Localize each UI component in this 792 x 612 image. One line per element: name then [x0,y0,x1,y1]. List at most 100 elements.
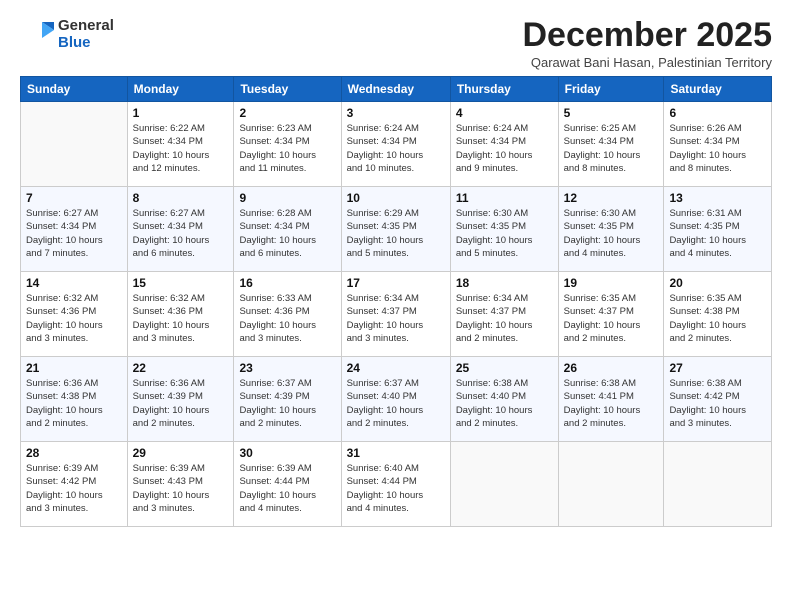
cell-day-number: 16 [239,276,335,290]
cell-info: Sunrise: 6:27 AM Sunset: 4:34 PM Dayligh… [133,207,229,260]
month-title: December 2025 [522,16,772,55]
day-header-saturday: Saturday [664,77,772,102]
cell-day-number: 8 [133,191,229,205]
cell-day-number: 15 [133,276,229,290]
cell-info: Sunrise: 6:22 AM Sunset: 4:34 PM Dayligh… [133,122,229,175]
day-header-thursday: Thursday [450,77,558,102]
week-row: 14Sunrise: 6:32 AM Sunset: 4:36 PM Dayli… [21,272,772,357]
logo-text: General Blue [58,17,114,52]
cell-info: Sunrise: 6:34 AM Sunset: 4:37 PM Dayligh… [347,292,445,345]
calendar-cell: 5 Sunrise: 6:25 AM Sunset: 4:34 PM Daylig… [558,102,664,187]
cell-day-number: 6 [669,106,766,120]
calendar-cell: 11 Sunrise: 6:30 AM Sunset: 4:35 PM Dayli… [450,187,558,272]
calendar-cell: 10 Sunrise: 6:29 AM Sunset: 4:35 PM Dayli… [341,187,450,272]
cell-day-number: 28 [26,446,122,460]
calendar-cell: 13 Sunrise: 6:31 AM Sunset: 4:35 PM Dayli… [664,187,772,272]
calendar-cell: 1 Sunrise: 6:22 AM Sunset: 4:34 PM Daylig… [127,102,234,187]
cell-day-number: 20 [669,276,766,290]
calendar-cell: 4 Sunrise: 6:24 AM Sunset: 4:34 PM Daylig… [450,102,558,187]
calendar-body: 1 Sunrise: 6:22 AM Sunset: 4:34 PM Daylig… [21,102,772,527]
calendar-cell: 17 Sunrise: 6:34 AM Sunset: 4:37 PM Dayli… [341,272,450,357]
calendar-cell: 19Sunrise: 6:35 AM Sunset: 4:37 PM Dayli… [558,272,664,357]
location-title: Qarawat Bani Hasan, Palestinian Territor… [522,55,772,70]
cell-info: Sunrise: 6:37 AM Sunset: 4:39 PM Dayligh… [239,377,335,430]
calendar-cell: 28 Sunrise: 6:39 AM Sunset: 4:42 PM Dayli… [21,442,128,527]
calendar-cell: 31 Sunrise: 6:40 AM Sunset: 4:44 PM Dayli… [341,442,450,527]
cell-day-number: 13 [669,191,766,205]
calendar-cell: 6 Sunrise: 6:26 AM Sunset: 4:34 PM Daylig… [664,102,772,187]
day-header-sunday: Sunday [21,77,128,102]
calendar-cell: 20Sunrise: 6:35 AM Sunset: 4:38 PM Dayli… [664,272,772,357]
calendar-cell: 18 Sunrise: 6:34 AM Sunset: 4:37 PM Dayli… [450,272,558,357]
cell-day-number: 11 [456,191,553,205]
cell-day-number: 4 [456,106,553,120]
cell-info: Sunrise: 6:26 AM Sunset: 4:34 PM Dayligh… [669,122,766,175]
calendar-cell: 7Sunrise: 6:27 AM Sunset: 4:34 PM Daylig… [21,187,128,272]
cell-info: Sunrise: 6:32 AM Sunset: 4:36 PM Dayligh… [133,292,229,345]
cell-day-number: 18 [456,276,553,290]
cell-day-number: 9 [239,191,335,205]
calendar-cell: 23 Sunrise: 6:37 AM Sunset: 4:39 PM Dayli… [234,357,341,442]
calendar-cell [450,442,558,527]
cell-info: Sunrise: 6:27 AM Sunset: 4:34 PM Dayligh… [26,207,122,260]
cell-day-number: 5 [564,106,659,120]
calendar-cell: 3 Sunrise: 6:24 AM Sunset: 4:34 PM Daylig… [341,102,450,187]
cell-info: Sunrise: 6:38 AM Sunset: 4:41 PM Dayligh… [564,377,659,430]
calendar-cell: 30Sunrise: 6:39 AM Sunset: 4:44 PM Dayli… [234,442,341,527]
cell-info: Sunrise: 6:39 AM Sunset: 4:42 PM Dayligh… [26,462,122,515]
cell-info: Sunrise: 6:36 AM Sunset: 4:39 PM Dayligh… [133,377,229,430]
cell-day-number: 3 [347,106,445,120]
calendar-cell [664,442,772,527]
calendar-cell: 14Sunrise: 6:32 AM Sunset: 4:36 PM Dayli… [21,272,128,357]
cell-info: Sunrise: 6:34 AM Sunset: 4:37 PM Dayligh… [456,292,553,345]
cell-day-number: 12 [564,191,659,205]
cell-info: Sunrise: 6:29 AM Sunset: 4:35 PM Dayligh… [347,207,445,260]
cell-day-number: 1 [133,106,229,120]
cell-info: Sunrise: 6:23 AM Sunset: 4:34 PM Dayligh… [239,122,335,175]
day-header-friday: Friday [558,77,664,102]
week-row: 21Sunrise: 6:36 AM Sunset: 4:38 PM Dayli… [21,357,772,442]
cell-info: Sunrise: 6:25 AM Sunset: 4:34 PM Dayligh… [564,122,659,175]
title-section: December 2025 Qarawat Bani Hasan, Palest… [522,16,772,70]
cell-info: Sunrise: 6:24 AM Sunset: 4:34 PM Dayligh… [456,122,553,175]
cell-info: Sunrise: 6:24 AM Sunset: 4:34 PM Dayligh… [347,122,445,175]
calendar-cell: 2Sunrise: 6:23 AM Sunset: 4:34 PM Daylig… [234,102,341,187]
calendar-cell: 12 Sunrise: 6:30 AM Sunset: 4:35 PM Dayli… [558,187,664,272]
day-header-wednesday: Wednesday [341,77,450,102]
week-row: 1 Sunrise: 6:22 AM Sunset: 4:34 PM Daylig… [21,102,772,187]
cell-day-number: 23 [239,361,335,375]
cell-day-number: 17 [347,276,445,290]
logo: General Blue [20,16,114,52]
calendar-header: SundayMondayTuesdayWednesdayThursdayFrid… [21,77,772,102]
cell-day-number: 22 [133,361,229,375]
cell-info: Sunrise: 6:28 AM Sunset: 4:34 PM Dayligh… [239,207,335,260]
cell-info: Sunrise: 6:39 AM Sunset: 4:44 PM Dayligh… [239,462,335,515]
cell-info: Sunrise: 6:30 AM Sunset: 4:35 PM Dayligh… [456,207,553,260]
calendar-cell: 26 Sunrise: 6:38 AM Sunset: 4:41 PM Dayli… [558,357,664,442]
cell-info: Sunrise: 6:38 AM Sunset: 4:40 PM Dayligh… [456,377,553,430]
cell-info: Sunrise: 6:30 AM Sunset: 4:35 PM Dayligh… [564,207,659,260]
cell-info: Sunrise: 6:39 AM Sunset: 4:43 PM Dayligh… [133,462,229,515]
calendar-cell [21,102,128,187]
calendar-cell: 8 Sunrise: 6:27 AM Sunset: 4:34 PM Daylig… [127,187,234,272]
calendar-cell: 16 Sunrise: 6:33 AM Sunset: 4:36 PM Dayli… [234,272,341,357]
cell-day-number: 26 [564,361,659,375]
cell-info: Sunrise: 6:40 AM Sunset: 4:44 PM Dayligh… [347,462,445,515]
day-header-monday: Monday [127,77,234,102]
cell-info: Sunrise: 6:32 AM Sunset: 4:36 PM Dayligh… [26,292,122,345]
cell-day-number: 10 [347,191,445,205]
calendar-cell: 9 Sunrise: 6:28 AM Sunset: 4:34 PM Daylig… [234,187,341,272]
cell-info: Sunrise: 6:33 AM Sunset: 4:36 PM Dayligh… [239,292,335,345]
cell-info: Sunrise: 6:37 AM Sunset: 4:40 PM Dayligh… [347,377,445,430]
cell-day-number: 25 [456,361,553,375]
cell-info: Sunrise: 6:31 AM Sunset: 4:35 PM Dayligh… [669,207,766,260]
day-header-tuesday: Tuesday [234,77,341,102]
cell-info: Sunrise: 6:36 AM Sunset: 4:38 PM Dayligh… [26,377,122,430]
calendar-cell: 21Sunrise: 6:36 AM Sunset: 4:38 PM Dayli… [21,357,128,442]
calendar-cell: 24 Sunrise: 6:37 AM Sunset: 4:40 PM Dayli… [341,357,450,442]
cell-day-number: 19 [564,276,659,290]
cell-day-number: 24 [347,361,445,375]
logo-icon [20,16,56,52]
cell-day-number: 31 [347,446,445,460]
calendar-cell: 15 Sunrise: 6:32 AM Sunset: 4:36 PM Dayli… [127,272,234,357]
